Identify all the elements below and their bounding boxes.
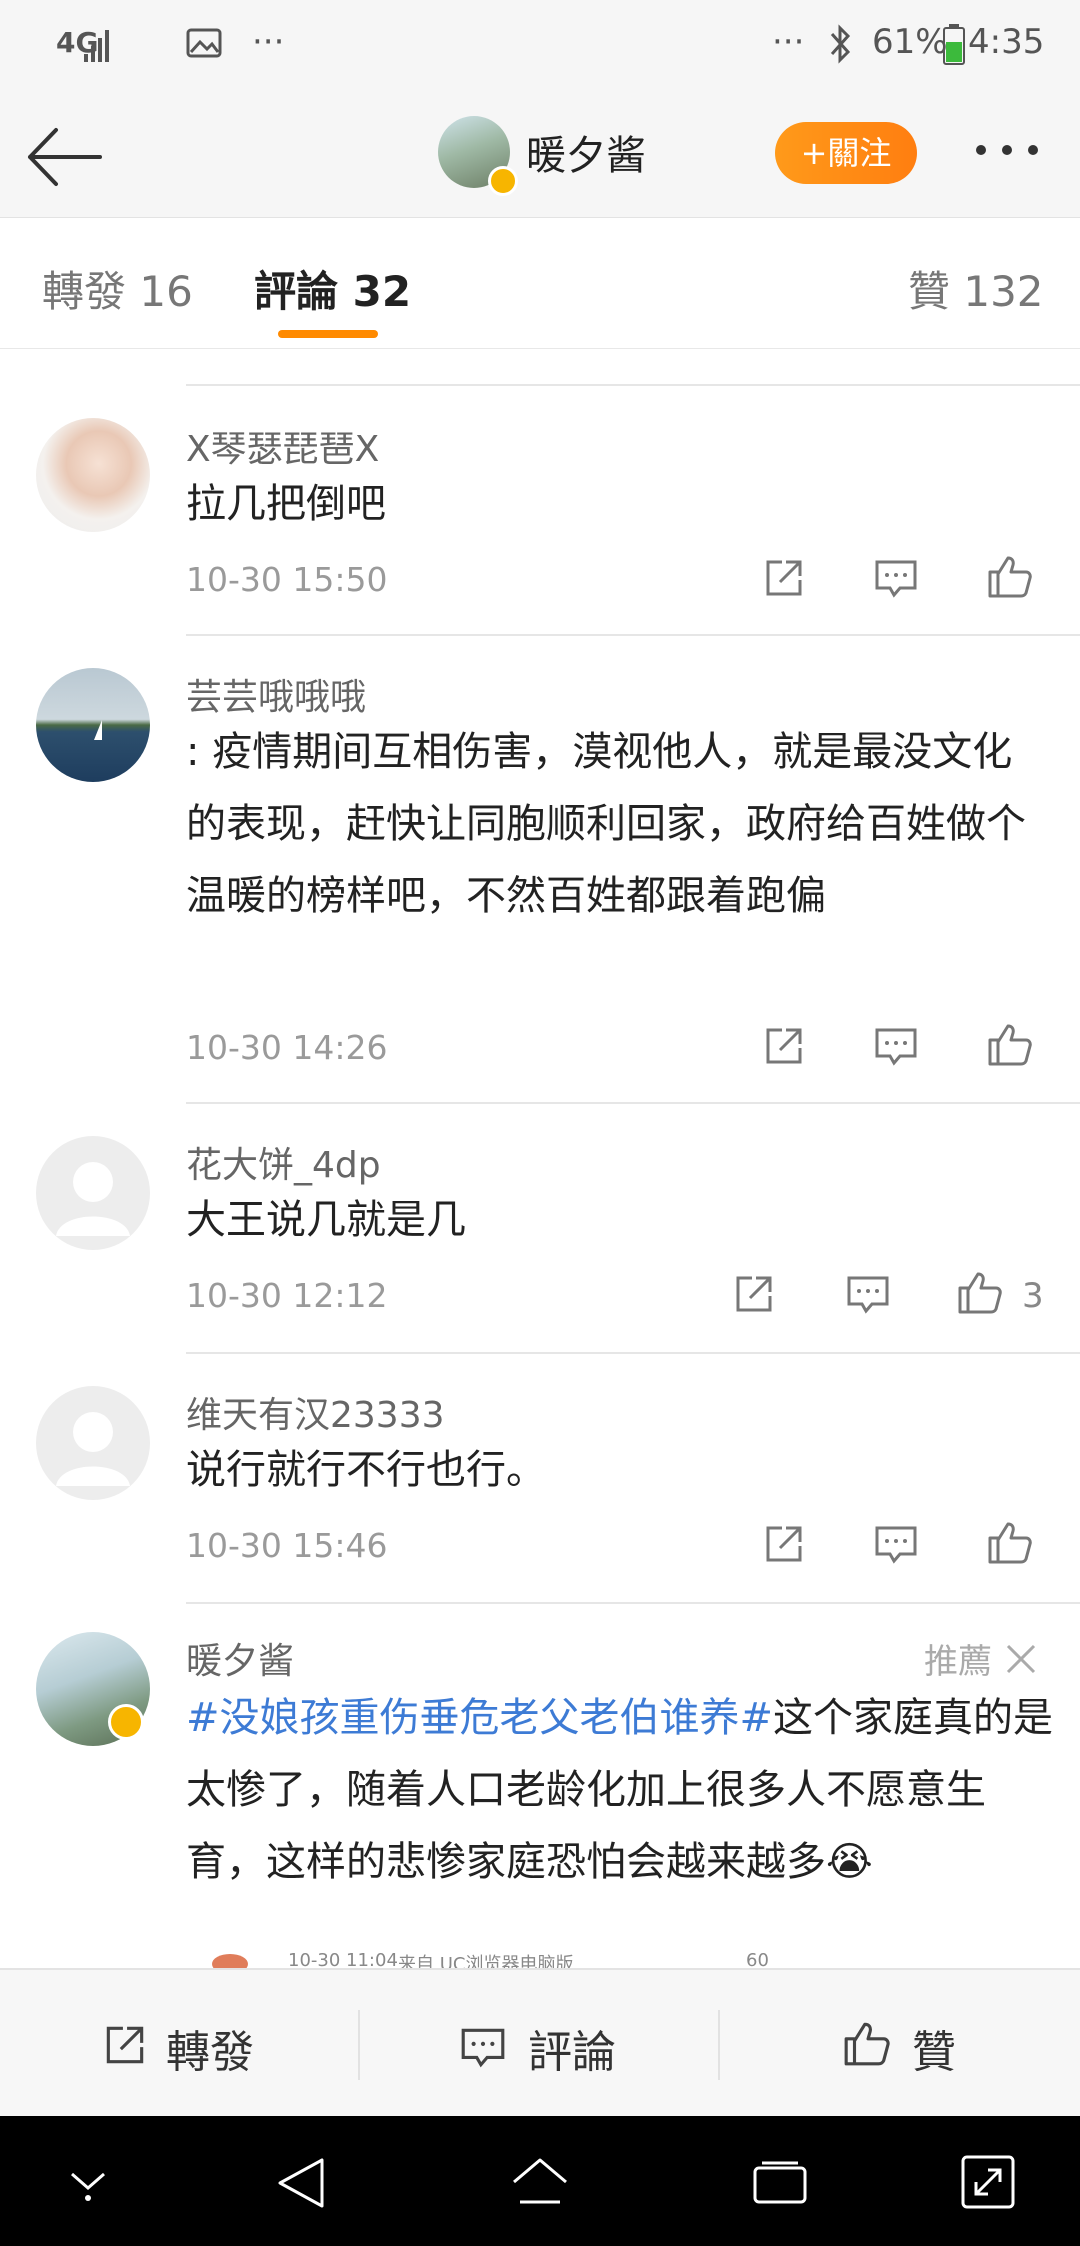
sub-time: 10-30 11:04	[288, 1950, 398, 1968]
reply-icon[interactable]	[844, 1270, 892, 1318]
user-avatar[interactable]	[36, 418, 150, 532]
verified-badge	[488, 166, 518, 196]
repost-icon[interactable]	[760, 554, 808, 602]
clock: 4:35	[968, 22, 1045, 62]
comment-username[interactable]: 芸芸哦哦哦	[186, 668, 366, 720]
repost-icon[interactable]	[760, 1022, 808, 1070]
comment-item[interactable]: 维天有汉23333 说行就行不行也行。 10-30 15:46	[0, 1354, 1080, 1602]
like-icon[interactable]	[986, 552, 1034, 600]
page-title: 暖夕酱	[526, 133, 646, 179]
like-button[interactable]: 贊	[842, 2016, 1042, 2078]
divider	[718, 2010, 720, 2080]
comment-username[interactable]: 花大饼_4dp	[186, 1136, 381, 1188]
like-icon[interactable]	[956, 1268, 1004, 1316]
tab-reposts[interactable]: 轉發 16	[42, 258, 193, 319]
status-dots: ···	[772, 22, 805, 62]
comment-item[interactable]: 芸芸哦哦哦 : 疫情期间互相伤害，漠视他人，就是最没文化的表现，赶快让同胞顺利回…	[0, 636, 1080, 1102]
nav-fullscreen-icon[interactable]	[960, 2154, 1016, 2210]
reply-icon[interactable]	[872, 1022, 920, 1070]
default-avatar-icon	[56, 1162, 130, 1236]
comment-time: 10-30 15:46	[186, 1526, 388, 1565]
like-icon	[844, 2022, 890, 2066]
user-avatar[interactable]	[36, 1386, 150, 1500]
status-bar: 4G ··· ··· 61% 4:35	[0, 0, 1080, 95]
sub-avatar	[212, 1954, 248, 1968]
verified-badge	[108, 1704, 144, 1740]
nav-back-icon[interactable]	[274, 2156, 328, 2210]
like-icon[interactable]	[986, 1020, 1034, 1068]
topic-link[interactable]: #没娘孩重伤垂危老父老伯谁养#	[186, 1695, 773, 1741]
follow-button[interactable]: +關注	[775, 122, 917, 184]
repost-icon[interactable]	[730, 1270, 778, 1318]
tab-comments[interactable]: 評論 32	[254, 258, 411, 319]
bluetooth-icon	[830, 24, 851, 64]
reply-icon[interactable]	[872, 1520, 920, 1568]
bottom-action-bar: 轉發 評論 贊	[0, 1968, 1080, 2118]
divider	[358, 2010, 360, 2080]
battery-percent: 61%	[872, 22, 948, 62]
close-icon[interactable]	[1004, 1642, 1038, 1676]
like-count: 3	[1022, 1276, 1044, 1316]
active-tab-indicator	[278, 330, 378, 338]
battery-icon	[943, 24, 965, 65]
recommend-label: 推薦	[924, 1642, 992, 1682]
sub-source: 来自 UC浏览器电脑版	[398, 1954, 574, 1968]
comment-item[interactable]: 花大饼_4dp 大王说几就是几 10-30 12:12 3	[0, 1104, 1080, 1352]
system-navigation-bar	[0, 2116, 1080, 2246]
comment-time: 10-30 12:12	[186, 1276, 388, 1315]
user-avatar[interactable]	[36, 1136, 150, 1250]
comment-text: : 疫情期间互相伤害，漠视他人，就是最没文化的表现，赶快让同胞顺利回家，政府给百…	[186, 729, 1026, 919]
signal-icon	[84, 30, 109, 62]
comment-time: 10-30 14:26	[186, 1028, 388, 1067]
more-options-icon[interactable]	[976, 140, 1056, 160]
recommended-post[interactable]: 暖夕酱 推薦 #没娘孩重伤垂危老父老伯谁养#这个家庭真的是太惨了，随着人口老龄化…	[0, 1604, 1080, 1968]
default-avatar-icon	[56, 1412, 130, 1486]
comment-button[interactable]: 評論	[458, 2016, 708, 2078]
repost-button[interactable]: 轉發	[100, 2016, 350, 2078]
like-icon[interactable]	[986, 1518, 1034, 1566]
repost-icon	[106, 2026, 144, 2064]
repost-icon[interactable]	[760, 1520, 808, 1568]
repost-label: 轉發	[166, 2027, 254, 2078]
user-avatar[interactable]	[36, 668, 150, 782]
comment-username[interactable]: X琴瑟琵琶X	[186, 420, 379, 472]
comment-text: 拉几把倒吧	[186, 481, 386, 527]
comment-text: 说行就行不行也行。	[186, 1447, 546, 1493]
nav-home-icon[interactable]	[510, 2156, 570, 2210]
nav-recents-icon[interactable]	[752, 2160, 808, 2206]
tab-bar: 轉發 16 評論 32 贊 132	[0, 218, 1080, 349]
comment-time: 10-30 15:50	[186, 560, 388, 599]
comment-item[interactable]: X琴瑟琵琶X 拉几把倒吧 10-30 15:50	[0, 386, 1080, 634]
crying-emoji: 😭	[826, 1839, 873, 1885]
author-avatar[interactable]	[438, 116, 518, 196]
hide-keyboard-icon[interactable]	[66, 2166, 110, 2202]
tab-likes[interactable]: 贊 132	[908, 258, 1044, 319]
comment-label: 評論	[528, 2027, 616, 2078]
comment-text: 大王说几就是几	[186, 1197, 466, 1243]
comment-username[interactable]: 维天有汉23333	[186, 1386, 445, 1438]
image-notification-icon	[186, 28, 222, 58]
comment-list: X琴瑟琵琶X 拉几把倒吧 10-30 15:50 芸芸哦哦哦 : 疫情期间互相伤…	[0, 350, 1080, 1968]
sub-count: 60	[746, 1950, 769, 1968]
comment-icon	[461, 2028, 505, 2068]
title-bar: 暖夕酱 +關注	[0, 95, 1080, 219]
post-text: #没娘孩重伤垂危老父老伯谁养#这个家庭真的是太惨了，随着人口老龄化加上很多人不愿…	[186, 1682, 1056, 1898]
like-label: 贊	[912, 2027, 956, 2078]
more-notifications: ···	[252, 22, 285, 62]
reply-icon[interactable]	[872, 554, 920, 602]
back-arrow-icon[interactable]	[24, 122, 104, 192]
comment-username[interactable]: 暖夕酱	[186, 1632, 294, 1684]
